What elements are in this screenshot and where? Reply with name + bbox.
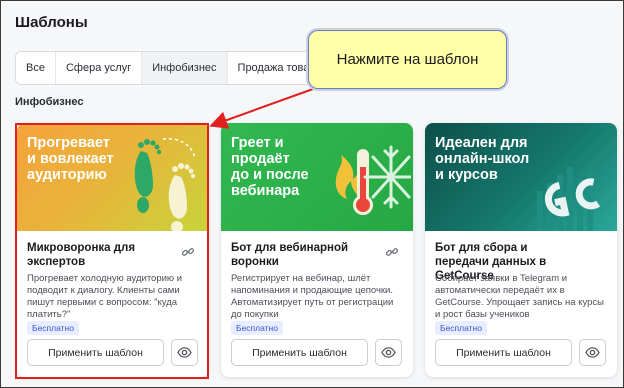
apply-template-button[interactable]: Применить шаблон xyxy=(231,339,368,366)
free-badge: Бесплатно xyxy=(27,321,79,335)
section-title: Инфобизнес xyxy=(15,96,84,108)
eye-icon xyxy=(381,347,396,358)
card-description: Прогревает холодную аудиторию и подводит… xyxy=(27,273,183,320)
tab-infobusiness[interactable]: Инфобизнес xyxy=(142,52,228,84)
page-title: Шаблоны xyxy=(15,14,88,31)
free-badge: Бесплатно xyxy=(435,321,487,335)
free-badge: Бесплатно xyxy=(231,321,283,335)
template-card-getcourse[interactable]: Идеален для онлайн-школ и курсов Бот для… xyxy=(425,123,617,377)
category-tabs: Все Сфера услуг Инфобизнес Продажа товар… xyxy=(15,51,339,85)
thermometer-fire-snow-icon xyxy=(335,145,411,215)
card-description: Собирает заявки в Telegram и автоматичес… xyxy=(435,273,604,320)
link-icon[interactable] xyxy=(181,245,195,259)
instruction-callout: Нажмите на шаблон xyxy=(308,30,507,89)
apply-template-button[interactable]: Применить шаблон xyxy=(27,339,164,366)
card-title: Бот для вебинарной воронки xyxy=(231,242,349,268)
template-card-microfunnel[interactable]: Прогревает и вовлекает аудиторию Микрово… xyxy=(17,123,209,377)
card-title: Микроворонка для экспертов xyxy=(27,242,136,268)
card-banner: Греет и продаёт до и после вебинара xyxy=(221,123,413,231)
eye-icon xyxy=(585,347,600,358)
card-banner: Прогревает и вовлекает аудиторию xyxy=(17,123,209,231)
tab-all[interactable]: Все xyxy=(16,52,56,84)
preview-button[interactable] xyxy=(171,339,198,366)
card-description: Регистрирует на вебинар, шлёт напоминани… xyxy=(231,273,394,320)
preview-button[interactable] xyxy=(579,339,606,366)
footprints-icon xyxy=(134,137,196,231)
apply-template-button[interactable]: Применить шаблон xyxy=(435,339,572,366)
eye-icon xyxy=(177,347,192,358)
card-banner: Идеален для онлайн-школ и курсов xyxy=(425,123,617,231)
getcourse-logo-icon xyxy=(537,167,601,231)
link-icon[interactable] xyxy=(385,245,399,259)
tab-services[interactable]: Сфера услуг xyxy=(56,52,143,84)
preview-button[interactable] xyxy=(375,339,402,366)
template-card-webinar[interactable]: Греет и продаёт до и после вебинара Бот … xyxy=(221,123,413,377)
app-window: Шаблоны Все Сфера услуг Инфобизнес Прода… xyxy=(0,0,624,388)
